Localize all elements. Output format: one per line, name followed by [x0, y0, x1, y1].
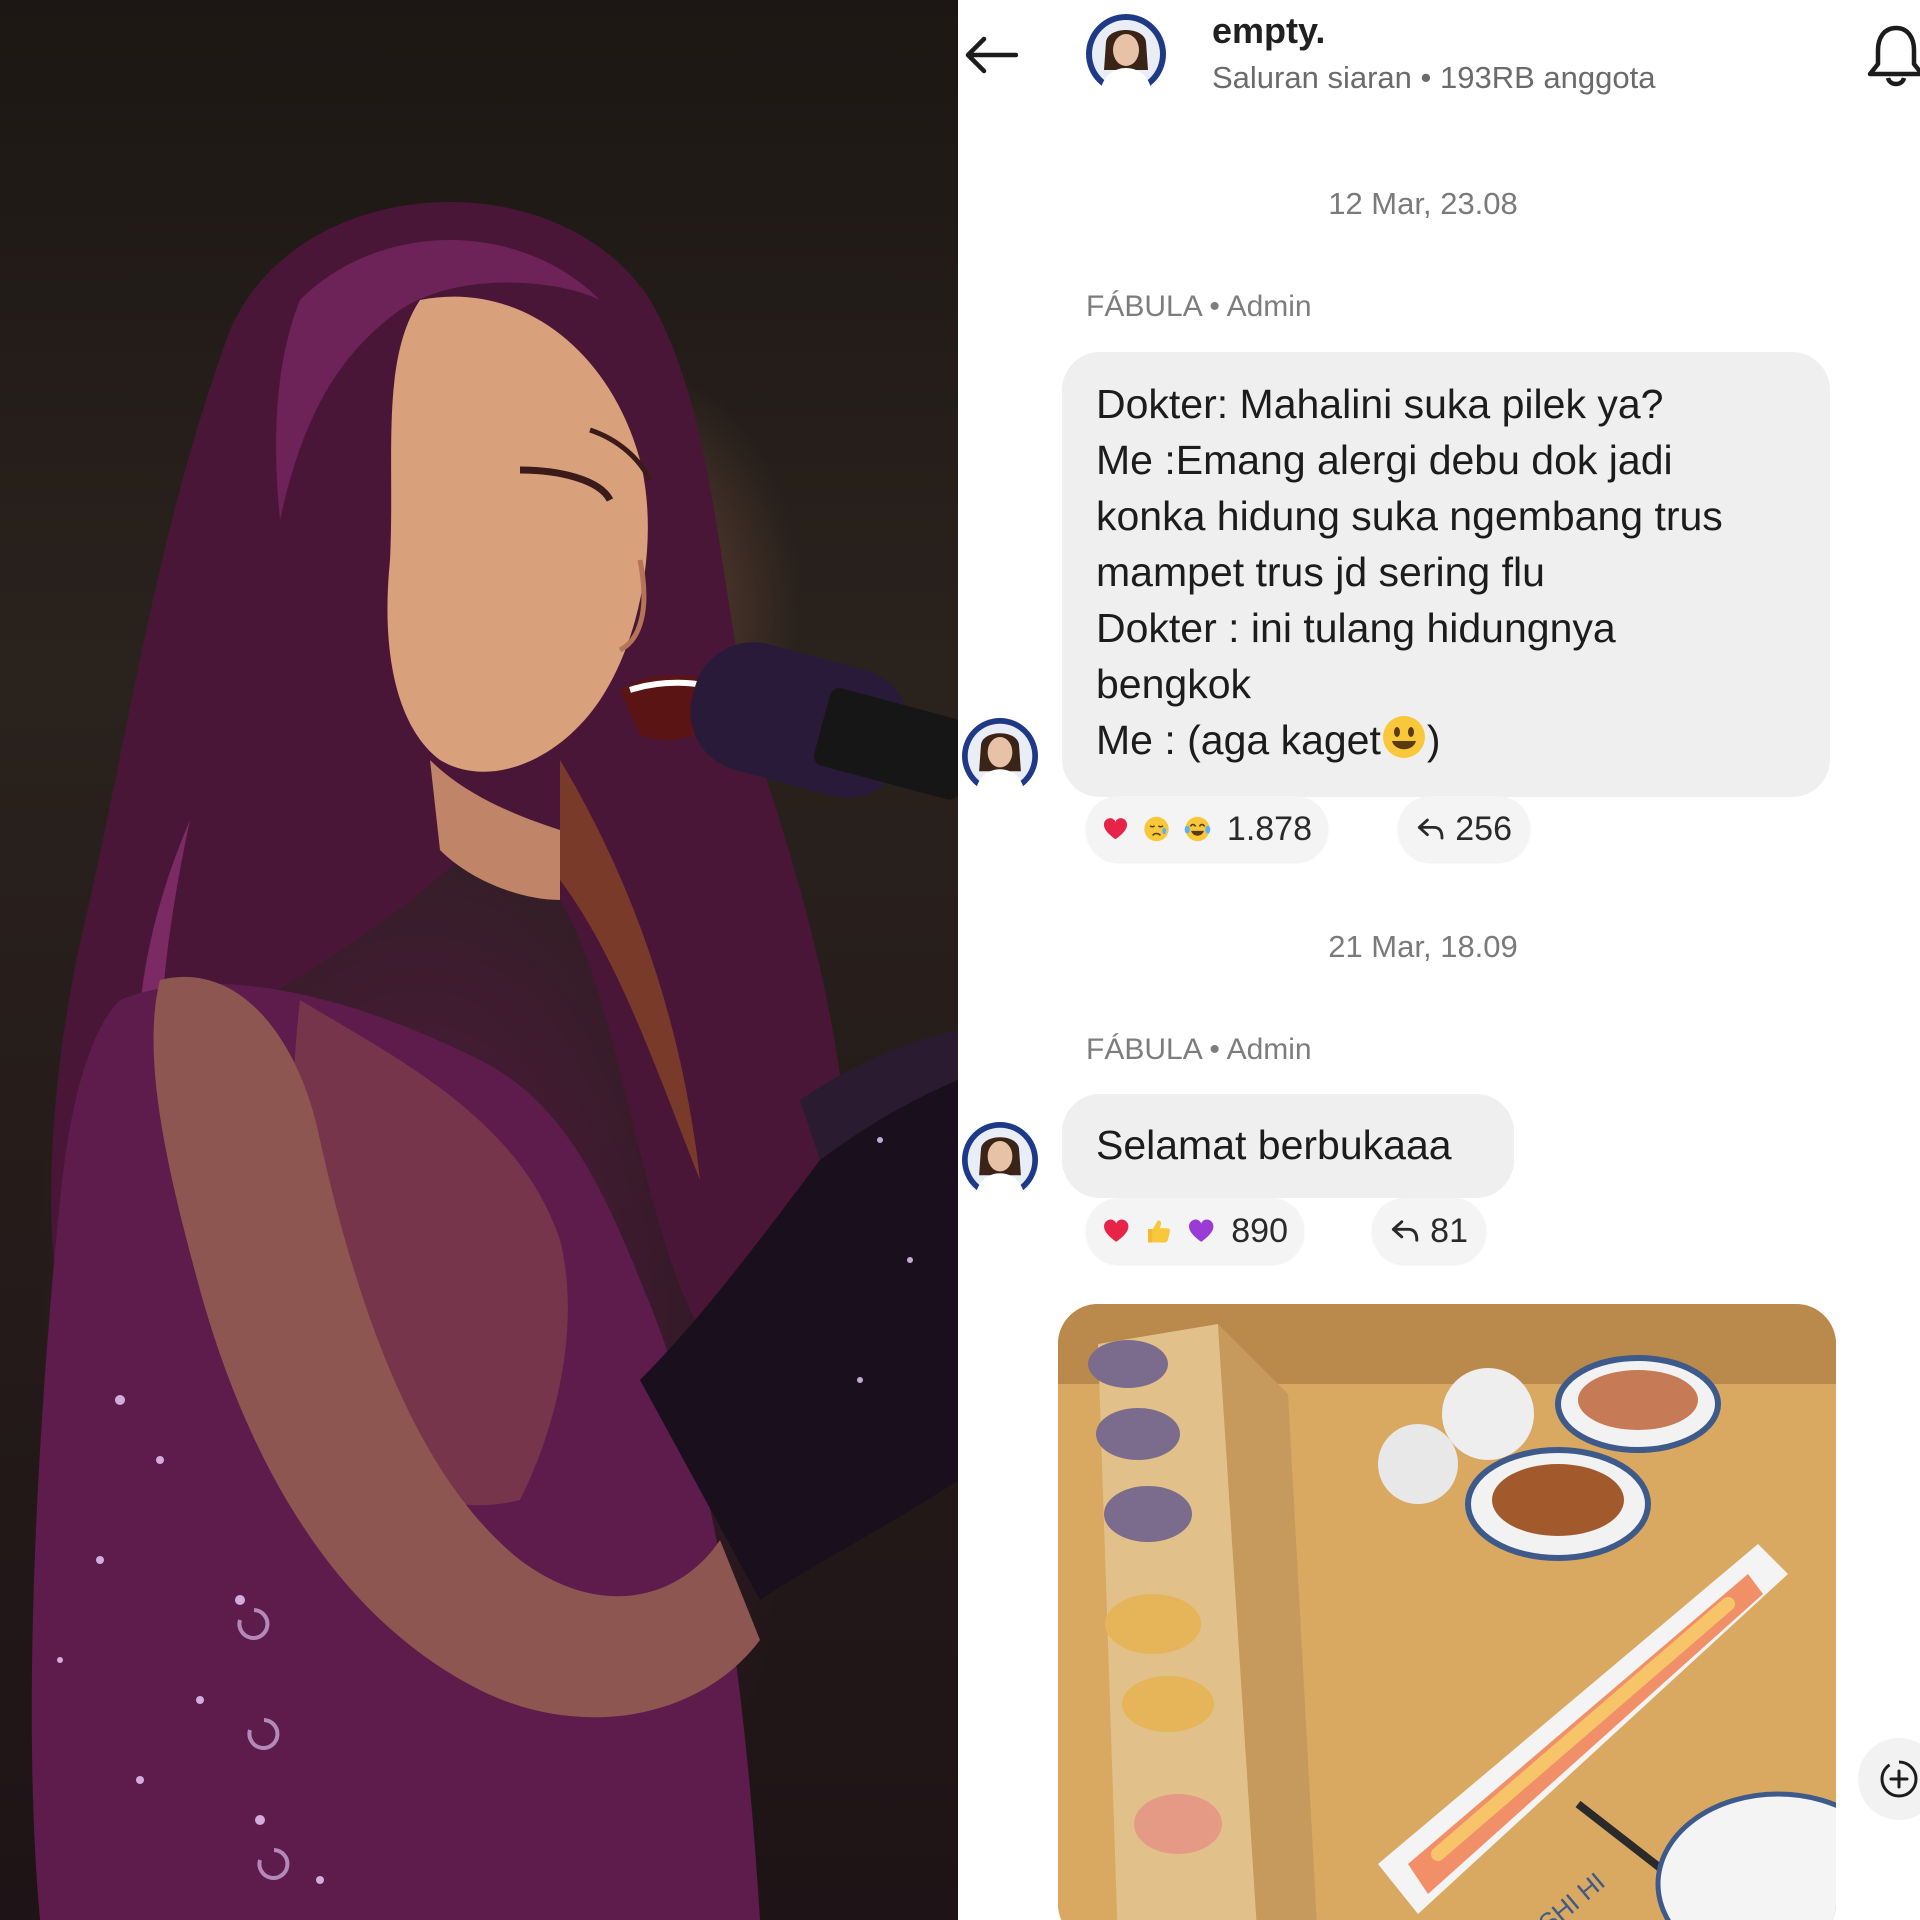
message-line: Me :Emang alergi debu dok jadi	[1096, 437, 1673, 483]
message-line: Dokter : ini tulang hidungnya	[1096, 605, 1616, 651]
add-reaction-button[interactable]	[1858, 1738, 1920, 1820]
sender-avatar[interactable]	[962, 718, 1038, 794]
forward-button[interactable]: 256	[1398, 796, 1530, 862]
date-divider: 12 Mar, 23.08	[1328, 186, 1518, 221]
message-bubble[interactable]: Selamat berbukaaa	[1062, 1094, 1514, 1198]
channel-chat: empty. Saluran siaran • 193RB anggota 12…	[958, 0, 1920, 1920]
reply-arrow-icon	[1391, 1220, 1419, 1242]
food-photo: SHI HI	[1058, 1304, 1836, 1920]
smiling-face-emoji	[1382, 716, 1425, 758]
sender-avatar[interactable]	[962, 1122, 1038, 1198]
message-line-start: Me : (aga kaget	[1096, 717, 1381, 763]
channel-meta: Saluran siaran • 193RB anggota	[1212, 60, 1656, 95]
date-divider: 21 Mar, 18.09	[1328, 929, 1518, 964]
back-button[interactable]	[958, 30, 1022, 80]
message-line-end: )	[1426, 717, 1441, 763]
thumbs-up-emoji	[1148, 1220, 1171, 1243]
channel-name: empty.	[1212, 10, 1326, 51]
arrow-left-icon	[965, 36, 1018, 74]
forward-count: 256	[1455, 809, 1512, 848]
message-line: bengkok	[1096, 661, 1252, 707]
bell-icon	[1867, 25, 1920, 87]
message-line: Me : (aga kaget)	[1096, 712, 1810, 768]
sender-label: FÁBULA • Admin	[1086, 290, 1312, 323]
singer-photo-illustration	[31, 202, 958, 1920]
red-heart-emoji	[1103, 818, 1128, 840]
singer-photo	[0, 0, 958, 1920]
message-line: Dokter: Mahalini suka pilek ya?	[1096, 381, 1664, 427]
notification-button[interactable]	[1866, 20, 1920, 90]
add-emoji-icon	[1880, 1760, 1918, 1798]
food-photo-message[interactable]: SHI HI	[1058, 1304, 1836, 1920]
reply-arrow-icon	[1417, 818, 1444, 840]
channel-avatar[interactable]	[1086, 14, 1166, 94]
message-bubble[interactable]: Dokter: Mahalini suka pilek ya? Me :Eman…	[1062, 352, 1830, 797]
red-heart-emoji	[1104, 1219, 1129, 1242]
sad-relieved-face-emoji	[1144, 816, 1169, 842]
message-line: mampet trus jd sering flu	[1096, 549, 1545, 595]
forward-button[interactable]: 81	[1372, 1198, 1486, 1264]
reaction-count: 890	[1231, 1211, 1288, 1250]
reactions-button[interactable]: 1.878	[1086, 796, 1328, 862]
sender-label: FÁBULA • Admin	[1086, 1033, 1312, 1066]
reaction-count: 1.878	[1226, 809, 1312, 848]
tears-of-joy-emoji	[1184, 816, 1211, 842]
message-line: konka hidung suka ngembang trus	[1096, 493, 1723, 539]
purple-heart-emoji	[1188, 1219, 1214, 1242]
forward-count: 81	[1430, 1211, 1468, 1250]
reactions-button[interactable]: 890	[1086, 1198, 1304, 1264]
